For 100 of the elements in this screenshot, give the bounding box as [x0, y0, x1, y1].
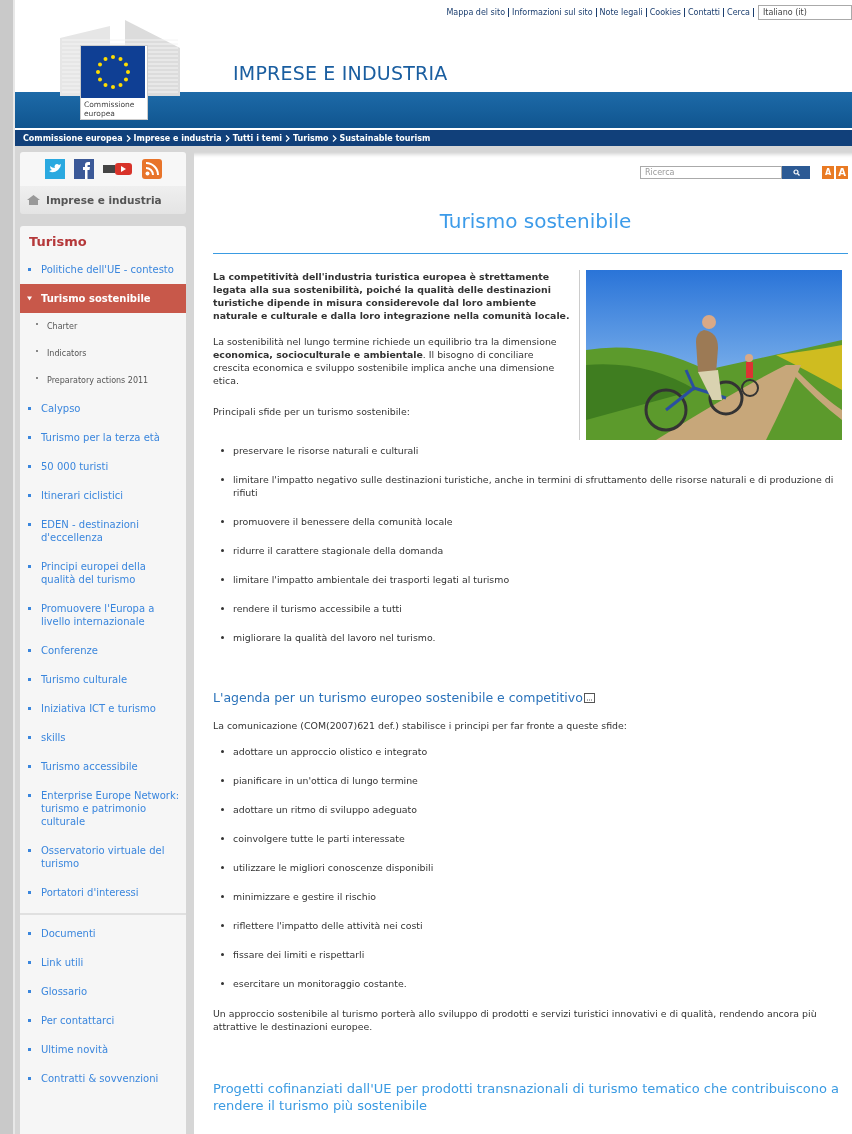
- bullet-icon: [221, 607, 224, 610]
- list-item: preservare le risorse naturali e culturali: [221, 444, 848, 457]
- bullet-icon: [27, 464, 32, 469]
- search-button[interactable]: [782, 166, 810, 179]
- bullet-icon: [27, 606, 32, 611]
- top-link[interactable]: Note legali: [596, 8, 647, 17]
- list-item: promuovere il benessere della comunità locale: [221, 515, 848, 528]
- sidebar-item[interactable]: Turismo accessibile: [20, 752, 186, 781]
- sidebar-subitem[interactable]: Charter: [20, 313, 186, 340]
- bullet-icon: [27, 706, 32, 711]
- sidebar-item[interactable]: Glossario: [20, 977, 186, 1006]
- top-link[interactable]: Contatti: [685, 8, 725, 17]
- sidebar-item[interactable]: Link utili: [20, 948, 186, 977]
- home-link[interactable]: Imprese e industria: [20, 186, 186, 214]
- bullet-icon: [27, 848, 32, 853]
- facebook-icon[interactable]: [73, 159, 94, 179]
- chevron-icon: [285, 134, 290, 142]
- sidebar-item[interactable]: Turismo sostenibile: [20, 284, 186, 313]
- triangle-icon: [27, 296, 32, 301]
- list-item: riflettere l'impatto delle attività nei costi: [221, 919, 848, 932]
- sidebar-item[interactable]: Turismo per la terza età: [20, 423, 186, 452]
- bullet-icon: [221, 837, 224, 840]
- bullet-icon: [27, 1076, 32, 1081]
- sidebar-item[interactable]: Per contattarci: [20, 1006, 186, 1035]
- bullet-icon: [221, 866, 224, 869]
- bullet-icon: [27, 960, 32, 965]
- top-link[interactable]: Informazioni sul sito: [509, 8, 597, 17]
- list-item: limitare l'impatto ambientale dei trasporti legati al turismo: [221, 573, 848, 586]
- list-item: fissare dei limiti e rispettarli: [221, 948, 848, 961]
- breadcrumb-link[interactable]: Turismo: [293, 133, 329, 143]
- sidebar-item[interactable]: skills: [20, 723, 186, 752]
- bullet-icon: [221, 750, 224, 753]
- sidebar-subitem[interactable]: Indicators: [20, 340, 186, 367]
- bullet-icon: [27, 764, 32, 769]
- sidebar-item[interactable]: Portatori d'interessi: [20, 878, 186, 907]
- search-icon: [792, 169, 800, 176]
- external-link-icon[interactable]: [583, 692, 595, 703]
- list-item: pianificare in un'ottica di lungo termine: [221, 774, 848, 787]
- breadcrumb-link[interactable]: Commissione europea: [23, 133, 123, 143]
- list-item: minimizzare e gestire il rischio: [221, 890, 848, 903]
- list-item: coinvolgere tutte le parti interessate: [221, 832, 848, 845]
- search-field[interactable]: Ricerca: [640, 166, 782, 179]
- top-link[interactable]: Cerca: [724, 8, 754, 17]
- bird-icon[interactable]: [44, 159, 65, 179]
- bullet-icon: [27, 522, 32, 527]
- intro-paragraph: La competitività dell'industria turistica europea è strettamente legata alla sua sostenibilità, poiché la qualità delle destinazioni turistiche dipende in misura considerevole dal loro ambiente naturale e culturale e dalla loro integrazione nella comunità locale.: [213, 270, 571, 322]
- breadcrumb-link[interactable]: Tutti i temi: [232, 133, 282, 143]
- sidebar-item[interactable]: Principi europei della qualità del turismo: [20, 552, 186, 594]
- chevron-icon: [125, 134, 131, 142]
- bullet-icon: [27, 1047, 32, 1052]
- font-size-button[interactable]: A: [822, 166, 834, 179]
- bullet-icon: [27, 648, 32, 653]
- sidebar-item[interactable]: Osservatorio virtuale del turismo: [20, 836, 186, 878]
- list-item: limitare l'impatto negativo sulle destinazioni turistiche, anche in termini di sfruttamento delle risorse naturali e di produzione di rifiuti: [221, 473, 848, 499]
- bullet-icon: [221, 808, 224, 811]
- rss-icon[interactable]: [141, 159, 162, 179]
- bullet-icon: [221, 549, 224, 552]
- sidebar-item[interactable]: Contratti & sovvenzioni: [20, 1064, 186, 1093]
- bullet-icon: [27, 735, 32, 740]
- breadcrumb-link[interactable]: Imprese e industria: [133, 133, 222, 143]
- paragraph: La comunicazione (COM(2007)621 def.) stabilisce i principi per far fronte a queste sfide:: [213, 719, 628, 732]
- bullet-icon: [221, 449, 224, 452]
- site-title: IMPRESE E INDUSTRIA: [233, 62, 448, 86]
- language-select[interactable]: Italiano (it): [758, 5, 852, 20]
- top-link[interactable]: Cookies: [646, 8, 685, 17]
- sidebar-item[interactable]: Itinerari ciclistici: [20, 481, 186, 510]
- bullet-icon: [27, 406, 32, 411]
- sidebar-subitem[interactable]: Preparatory actions 2011: [20, 367, 186, 394]
- list-item: rendere il turismo accessibile a tutti: [221, 602, 848, 615]
- list-item: adottare un ritmo di sviluppo adeguato: [221, 803, 848, 816]
- paragraph: La sostenibilità nel lungo termine richiede un equilibrio tra la dimensione economica, socioculturale e ambientale. Il bisogno di conciliare crescita economica e sviluppo sostenibile implica anche una dimensione etica.: [213, 335, 558, 387]
- sidebar-item[interactable]: Turismo culturale: [20, 665, 186, 694]
- chevron-icon: [331, 134, 337, 142]
- section-heading: Progetti cofinanziati dall'UE per prodotti transnazionali di turismo tematico che contribuiscono a rendere il turismo più sostenibile: [213, 1080, 841, 1114]
- sidebar-item[interactable]: Promuovere l'Europa a livello internazionale: [20, 594, 186, 636]
- sidebar-item[interactable]: 50 000 turisti: [20, 452, 186, 481]
- sidebar-item[interactable]: Ultime novità: [20, 1035, 186, 1064]
- video-icon[interactable]: [102, 162, 133, 176]
- chevron-icon: [224, 134, 230, 142]
- bullet-icon: [27, 793, 32, 798]
- bullet-icon: [27, 931, 32, 936]
- bullet-icon: [221, 520, 224, 523]
- bullet-icon: [221, 478, 224, 481]
- sidebar-item[interactable]: Enterprise Europe Network: turismo e patrimonio culturale: [20, 781, 186, 836]
- bullet-icon: [27, 564, 32, 569]
- bullet-icon: [27, 493, 32, 498]
- list-item: adottare un approccio olistico e integrato: [221, 745, 848, 758]
- breadcrumb-link[interactable]: Sustainable tourism: [339, 133, 431, 143]
- sidebar-item[interactable]: Conferenze: [20, 636, 186, 665]
- sidebar-item[interactable]: Calypso: [20, 394, 186, 423]
- bullet-icon: [221, 953, 224, 956]
- bullet-icon: [27, 677, 32, 682]
- bullet-icon: [35, 322, 39, 326]
- sidebar-item[interactable]: Iniziativa ICT e turismo: [20, 694, 186, 723]
- top-link[interactable]: Mappa del sito: [443, 8, 510, 17]
- list-item: esercitare un monitoraggio costante.: [221, 977, 848, 990]
- sidebar-item[interactable]: Documenti: [20, 919, 186, 948]
- sidebar-item[interactable]: EDEN - destinazioni d'eccellenza: [20, 510, 186, 552]
- sidebar-item[interactable]: Politiche dell'UE - contesto: [20, 255, 186, 284]
- font-size-button[interactable]: A: [836, 166, 848, 179]
